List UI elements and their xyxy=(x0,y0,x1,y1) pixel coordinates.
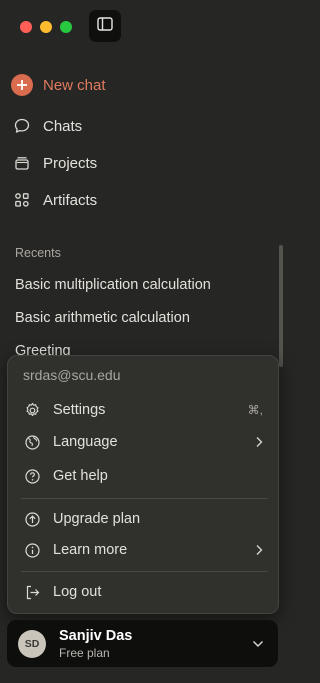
window-close-button[interactable] xyxy=(20,21,32,33)
window-minimize-button[interactable] xyxy=(40,21,52,33)
menu-item-label: Settings xyxy=(53,402,106,418)
logout-icon xyxy=(23,583,41,601)
window-zoom-button[interactable] xyxy=(60,21,72,33)
sidebar-toggle-icon xyxy=(97,16,113,36)
user-plan: Free plan xyxy=(59,645,110,660)
sidebar-scrollbar[interactable] xyxy=(279,245,283,367)
account-menu: srdas@scu.edu Settings ⌘, Language Get h… xyxy=(7,355,279,614)
menu-divider xyxy=(21,571,268,572)
nav-item-chats[interactable]: Chats xyxy=(11,111,82,141)
chevron-right-icon xyxy=(255,544,263,556)
folder-stack-icon xyxy=(11,152,33,174)
new-chat-button[interactable]: New chat xyxy=(11,70,106,100)
user-name: Sanjiv Das xyxy=(59,627,133,644)
gear-icon xyxy=(23,401,41,419)
avatar: SD xyxy=(18,629,46,658)
menu-item-get-help[interactable]: Get help xyxy=(23,464,263,488)
globe-icon xyxy=(23,433,41,451)
menu-item-language[interactable]: Language xyxy=(23,430,263,454)
chevron-down-icon xyxy=(252,640,264,648)
menu-divider xyxy=(21,498,268,499)
user-account-button[interactable]: SD Sanjiv Das Free plan xyxy=(7,620,278,667)
user-info: Sanjiv Das Free plan xyxy=(59,628,132,660)
nav-item-label: Projects xyxy=(43,154,98,172)
sidebar-toggle-button[interactable] xyxy=(89,10,121,42)
menu-item-label: Language xyxy=(53,434,118,450)
nav-item-label: Artifacts xyxy=(43,191,98,209)
menu-item-label: Upgrade plan xyxy=(53,511,141,527)
recent-chat-item[interactable]: Basic arithmetic calculation xyxy=(15,310,190,326)
nav-item-artifacts[interactable]: Artifacts xyxy=(11,185,97,215)
menu-item-log-out[interactable]: Log out xyxy=(23,580,263,604)
shapes-icon xyxy=(11,189,33,211)
chat-bubble-icon xyxy=(11,115,33,137)
upgrade-arrow-icon xyxy=(23,510,41,528)
help-circle-icon xyxy=(23,467,41,485)
menu-item-upgrade-plan[interactable]: Upgrade plan xyxy=(23,507,263,531)
menu-item-label: Log out xyxy=(53,584,102,600)
menu-item-label: Learn more xyxy=(53,542,128,558)
nav-item-projects[interactable]: Projects xyxy=(11,148,97,178)
plus-icon xyxy=(11,74,33,96)
account-email: srdas@scu.edu xyxy=(23,367,121,383)
settings-shortcut: ⌘, xyxy=(247,403,263,417)
info-circle-icon xyxy=(23,541,41,559)
menu-item-learn-more[interactable]: Learn more xyxy=(23,538,263,562)
new-chat-label: New chat xyxy=(43,76,106,94)
recent-chat-item[interactable]: Basic multiplication calculation xyxy=(15,277,211,293)
menu-item-settings[interactable]: Settings ⌘, xyxy=(23,398,263,422)
menu-item-label: Get help xyxy=(53,468,108,484)
nav-item-label: Chats xyxy=(43,117,83,135)
recents-heading: Recents xyxy=(15,246,61,260)
chevron-right-icon xyxy=(255,436,263,448)
